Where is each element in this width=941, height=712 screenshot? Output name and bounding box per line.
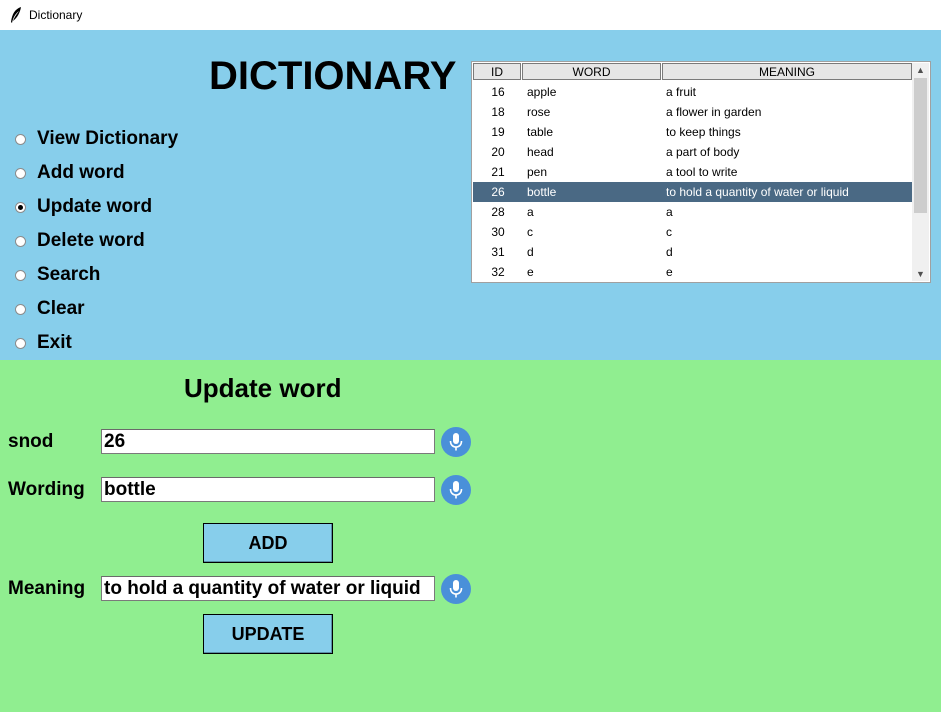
- menu-option-add-word[interactable]: Add word: [15, 162, 125, 184]
- radio-button-icon[interactable]: [15, 269, 26, 281]
- meaning-input[interactable]: [101, 576, 435, 601]
- table-cell-meaning: d: [666, 245, 673, 259]
- menu-option-label: Search: [37, 264, 101, 285]
- table-cell-word: table: [527, 125, 554, 139]
- radio-button-icon[interactable]: [15, 303, 26, 315]
- table-cell-id: 16: [491, 85, 505, 99]
- snod-mic-button[interactable]: [441, 427, 471, 457]
- table-cell-meaning: to keep things: [666, 125, 741, 139]
- table-row[interactable]: 19 table to keep things: [473, 122, 913, 142]
- table-row[interactable]: 28 a a: [473, 202, 913, 222]
- wording-input[interactable]: [101, 477, 435, 502]
- window-title: Dictionary: [29, 8, 83, 22]
- column-header-id[interactable]: ID: [473, 63, 521, 80]
- update-button[interactable]: UPDATE: [203, 614, 333, 654]
- snod-label: snod: [8, 431, 54, 452]
- menu-option-delete-word[interactable]: Delete word: [15, 230, 145, 252]
- table-cell-meaning: e: [666, 265, 673, 279]
- table-row[interactable]: 20 head a part of body: [473, 142, 913, 162]
- table-cell-word: e: [527, 265, 534, 279]
- table-cell-word: pen: [527, 165, 548, 179]
- menu-option-exit[interactable]: Exit: [15, 332, 72, 354]
- table-cell-id: 31: [491, 245, 505, 259]
- form-panel: [0, 360, 941, 712]
- scroll-thumb[interactable]: [914, 78, 927, 213]
- table-cell-id: 19: [491, 125, 505, 139]
- table-cell-word: apple: [527, 85, 557, 99]
- table-cell-word: a: [527, 205, 534, 219]
- menu-option-label: Add word: [37, 162, 125, 183]
- table-cell-id: 21: [491, 165, 505, 179]
- vertical-scrollbar[interactable]: ▲ ▼: [912, 63, 929, 281]
- radio-button-icon[interactable]: [15, 337, 26, 349]
- app-heading: DICTIONARY: [209, 54, 457, 98]
- table-cell-word: c: [527, 225, 533, 239]
- table-cell-meaning: c: [666, 225, 672, 239]
- add-button[interactable]: ADD: [203, 523, 333, 563]
- menu-option-view-dictionary[interactable]: View Dictionary: [15, 128, 178, 150]
- table-cell-id: 20: [491, 145, 505, 159]
- table-cell-meaning: a: [666, 205, 673, 219]
- meaning-mic-button[interactable]: [441, 574, 471, 604]
- menu-option-search[interactable]: Search: [15, 264, 100, 286]
- table-row[interactable]: 16 apple a fruit: [473, 82, 913, 102]
- feather-icon: [11, 7, 21, 23]
- table-row[interactable]: 30 c c: [473, 222, 913, 242]
- column-header-meaning[interactable]: MEANING: [662, 63, 912, 80]
- table-row[interactable]: 18 rose a flower in garden: [473, 102, 913, 122]
- meaning-label: Meaning: [8, 578, 86, 599]
- scroll-up-arrow-icon[interactable]: ▲: [912, 63, 929, 77]
- table-cell-word: head: [527, 145, 554, 159]
- table-cell-word: d: [527, 245, 534, 259]
- wording-mic-button[interactable]: [441, 475, 471, 505]
- radio-button-icon[interactable]: [15, 167, 26, 179]
- table-cell-word: rose: [527, 105, 551, 119]
- radio-button-icon[interactable]: [15, 235, 26, 247]
- radio-button-icon[interactable]: [15, 133, 26, 145]
- table-header: ID WORD MEANING: [473, 63, 913, 81]
- title-bar: Dictionary: [0, 0, 941, 30]
- menu-option-clear[interactable]: Clear: [15, 298, 85, 320]
- menu-option-label: Exit: [37, 332, 72, 353]
- snod-input[interactable]: [101, 429, 435, 454]
- table-cell-id: 28: [491, 205, 505, 219]
- table-row[interactable]: 31 d d: [473, 242, 913, 262]
- table-cell-meaning: a tool to write: [666, 165, 738, 179]
- radio-button-icon[interactable]: [15, 201, 26, 213]
- menu-option-label: Clear: [37, 298, 85, 319]
- dictionary-table[interactable]: ID WORD MEANING 16 apple a fruit 18 rose a fl…: [471, 61, 931, 283]
- table-row[interactable]: 26 bottle to hold a quantity of water or l…: [473, 182, 913, 202]
- form-title: Update word: [184, 373, 342, 403]
- table-body: 16 apple a fruit 18 rose a flower in garden 19…: [473, 82, 913, 282]
- table-cell-id: 30: [491, 225, 505, 239]
- table-cell-meaning: to hold a quantity of water or liquid: [666, 185, 849, 199]
- table-cell-id: 32: [491, 265, 505, 279]
- table-row[interactable]: 32 e e: [473, 262, 913, 282]
- scroll-down-arrow-icon[interactable]: ▼: [912, 267, 929, 281]
- table-row[interactable]: 21 pen a tool to write: [473, 162, 913, 182]
- table-cell-meaning: a part of body: [666, 145, 740, 159]
- menu-option-label: Update word: [37, 196, 153, 217]
- menu-option-update-word[interactable]: Update word: [15, 196, 152, 218]
- table-cell-id: 26: [491, 185, 505, 199]
- microphone-icon: [449, 481, 463, 499]
- table-cell-meaning: a flower in garden: [666, 105, 762, 119]
- table-cell-id: 18: [491, 105, 505, 119]
- table-cell-meaning: a fruit: [666, 85, 697, 99]
- menu-option-label: View Dictionary: [37, 128, 179, 149]
- wording-label: Wording: [8, 479, 85, 500]
- microphone-icon: [449, 433, 463, 451]
- microphone-icon: [449, 580, 463, 598]
- table-cell-word: bottle: [527, 185, 557, 199]
- column-header-word[interactable]: WORD: [522, 63, 661, 80]
- menu-option-label: Delete word: [37, 230, 145, 251]
